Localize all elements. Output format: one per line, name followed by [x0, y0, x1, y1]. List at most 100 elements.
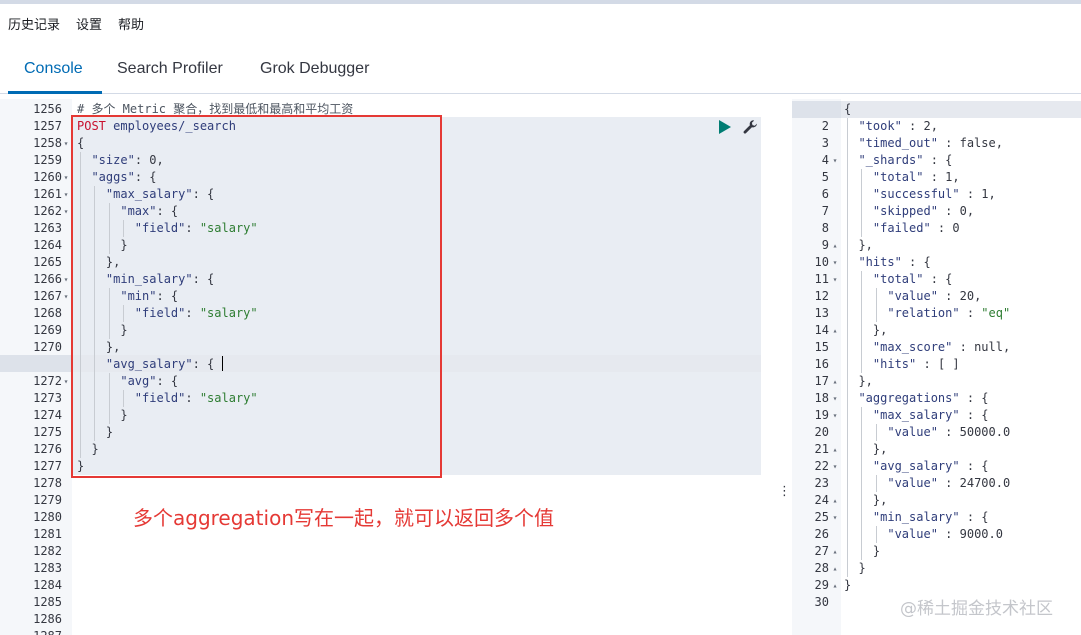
fold-expanded-icon[interactable]: ▾ — [62, 135, 70, 152]
tab-console[interactable]: Console — [24, 60, 83, 92]
line-number: 6 — [821, 187, 829, 201]
fold-collapsed-icon[interactable]: ▴ — [831, 237, 839, 254]
fold-collapsed-icon[interactable]: ▴ — [831, 492, 839, 509]
code-token: : false, — [937, 136, 1003, 150]
tab-grok-debugger[interactable]: Grok Debugger — [260, 60, 369, 92]
code-line: "value" : 20, — [844, 288, 981, 305]
code-token: "max_score" — [872, 340, 953, 354]
line-number: 1267 — [33, 289, 62, 303]
code-line: }, — [844, 322, 887, 339]
menu-history[interactable]: 历史记录 — [8, 14, 60, 32]
code-token: "total" — [872, 170, 924, 184]
code-token: : { — [923, 153, 953, 167]
fold-collapsed-icon[interactable]: ▴ — [831, 577, 839, 594]
fold-expanded-icon[interactable]: ▾ — [831, 458, 839, 475]
fold-collapsed-icon[interactable]: ▴ — [831, 373, 839, 390]
line-number: 1265 — [33, 255, 62, 269]
code-line: "max_score" : null, — [844, 339, 1010, 356]
code-line: "value" : 9000.0 — [844, 526, 1003, 543]
tab-search-profiler[interactable]: Search Profiler — [117, 60, 223, 92]
line-number: 1272 — [33, 374, 62, 388]
code-line: { — [844, 101, 851, 118]
line-number: 1264 — [33, 238, 62, 252]
line-number: 25 — [814, 510, 829, 524]
code-token: "min_salary" — [872, 510, 960, 524]
vertical-dots-icon[interactable]: ⋮ — [778, 484, 791, 498]
fold-expanded-icon[interactable]: ▾ — [62, 271, 70, 288]
fold-expanded-icon[interactable]: ▾ — [831, 152, 839, 169]
code-token: : — [937, 289, 960, 303]
code-line: "total" : 1, — [844, 169, 960, 186]
line-number: 1287 — [0, 628, 62, 635]
fold-expanded-icon[interactable]: ▾ — [62, 203, 70, 220]
code-token: }, — [844, 442, 888, 456]
line-number: 1268 — [33, 306, 62, 320]
code-line: } — [844, 560, 866, 577]
fold-expanded-icon[interactable]: ▾ — [62, 169, 70, 186]
code-token: { — [844, 102, 852, 116]
fold-expanded-icon[interactable]: ▾ — [62, 288, 70, 305]
line-number: 1277 — [33, 459, 62, 473]
fold-collapsed-icon[interactable]: ▴ — [831, 560, 839, 577]
fold-collapsed-icon[interactable]: ▴ — [831, 322, 839, 339]
fold-collapsed-icon[interactable]: ▴ — [831, 543, 839, 560]
line-number: 1283 — [33, 561, 62, 575]
line-number: 14 — [814, 323, 829, 337]
line-number: 9 — [821, 238, 829, 252]
line-number: 1260 — [33, 170, 62, 184]
code-line: "failed" : 0 — [844, 220, 960, 237]
line-number: 1261 — [33, 187, 62, 201]
fold-expanded-icon[interactable]: ▾ — [831, 509, 839, 526]
play-icon[interactable] — [718, 120, 732, 134]
line-number: 8 — [821, 221, 829, 235]
line-number: 1259 — [33, 153, 62, 167]
code-token: : — [937, 476, 960, 490]
code-token: : null, — [952, 340, 1011, 354]
line-number: 1263 — [33, 221, 62, 235]
code-token: : [ ] — [916, 357, 960, 371]
response-editor[interactable]: 1▾234▾56789▴10▾11▾121314▴151617▴18▾19▾20… — [792, 99, 1081, 635]
menu-help[interactable]: 帮助 — [118, 14, 144, 32]
menu-settings[interactable]: 设置 — [76, 14, 102, 32]
fold-expanded-icon[interactable]: ▾ — [831, 271, 839, 288]
code-line: "timed_out" : false, — [844, 135, 1003, 152]
code-token: : — [937, 527, 960, 541]
active-tab-indicator — [8, 91, 102, 94]
fold-expanded-icon[interactable]: ▾ — [831, 407, 839, 424]
wrench-icon[interactable] — [742, 119, 758, 135]
highlight-box — [71, 115, 442, 478]
line-number: 1256 — [33, 102, 62, 116]
code-token: # 多个 Metric 聚合，找到最低和最高和平均工资 — [77, 102, 354, 116]
tab-bar: Console Search Profiler Grok Debugger — [0, 48, 1081, 94]
code-token: "value" — [887, 289, 938, 303]
code-token: 9000.0 — [959, 527, 1003, 541]
line-number: 1273 — [33, 391, 62, 405]
code-token: , — [988, 187, 996, 201]
line-number: 1285 — [33, 595, 62, 609]
code-token: , — [952, 170, 960, 184]
code-token: : { — [959, 459, 989, 473]
fold-expanded-icon[interactable]: ▾ — [831, 390, 839, 407]
code-line: "max_salary" : { — [844, 407, 989, 424]
code-line: "_shards" : { — [844, 152, 952, 169]
code-token: : — [959, 306, 982, 320]
code-token: 0 — [959, 204, 967, 218]
fold-expanded-icon[interactable]: ▾ — [831, 254, 839, 271]
fold-collapsed-icon[interactable]: ▴ — [831, 441, 839, 458]
code-line: "min_salary" : { — [844, 509, 989, 526]
code-token: 24700.0 — [959, 476, 1011, 490]
fold-expanded-icon[interactable]: ▾ — [62, 186, 70, 203]
code-token: : { — [959, 391, 989, 405]
fold-expanded-icon[interactable]: ▾ — [62, 373, 70, 390]
line-number: 1270 — [33, 340, 62, 354]
code-line: "aggregations" : { — [844, 390, 989, 407]
code-token: } — [844, 561, 866, 575]
code-line: }, — [844, 373, 872, 390]
code-line: "value" : 24700.0 — [844, 475, 1010, 492]
